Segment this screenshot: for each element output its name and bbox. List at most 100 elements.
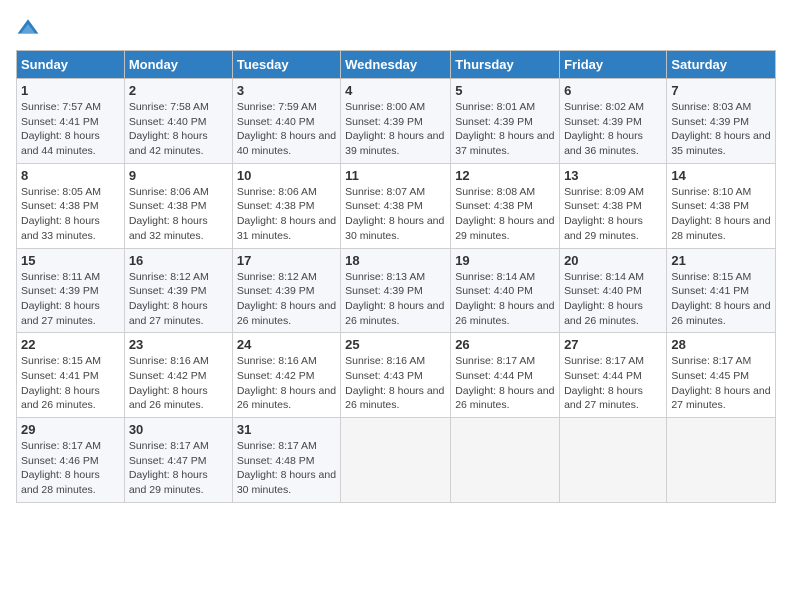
calendar-cell: 13 Sunrise: 8:09 AM Sunset: 4:38 PM Dayl… — [560, 163, 667, 248]
day-number: 26 — [455, 337, 555, 352]
day-detail: Sunrise: 8:17 AM Sunset: 4:48 PM Dayligh… — [237, 439, 336, 498]
day-detail: Sunrise: 7:59 AM Sunset: 4:40 PM Dayligh… — [237, 100, 336, 159]
day-number: 13 — [564, 168, 662, 183]
day-number: 7 — [671, 83, 771, 98]
calendar-week-1: 1 Sunrise: 7:57 AM Sunset: 4:41 PM Dayli… — [17, 79, 776, 164]
day-number: 14 — [671, 168, 771, 183]
calendar-table: SundayMondayTuesdayWednesdayThursdayFrid… — [16, 50, 776, 503]
day-number: 6 — [564, 83, 662, 98]
calendar-header-tuesday: Tuesday — [232, 51, 340, 79]
day-detail: Sunrise: 8:01 AM Sunset: 4:39 PM Dayligh… — [455, 100, 555, 159]
day-detail: Sunrise: 8:05 AM Sunset: 4:38 PM Dayligh… — [21, 185, 120, 244]
calendar-cell: 6 Sunrise: 8:02 AM Sunset: 4:39 PM Dayli… — [560, 79, 667, 164]
day-detail: Sunrise: 8:12 AM Sunset: 4:39 PM Dayligh… — [129, 270, 228, 329]
day-detail: Sunrise: 8:07 AM Sunset: 4:38 PM Dayligh… — [345, 185, 446, 244]
logo-icon — [16, 16, 40, 40]
calendar-cell: 9 Sunrise: 8:06 AM Sunset: 4:38 PM Dayli… — [124, 163, 232, 248]
day-detail: Sunrise: 8:02 AM Sunset: 4:39 PM Dayligh… — [564, 100, 662, 159]
day-number: 29 — [21, 422, 120, 437]
day-detail: Sunrise: 8:09 AM Sunset: 4:38 PM Dayligh… — [564, 185, 662, 244]
calendar-cell: 10 Sunrise: 8:06 AM Sunset: 4:38 PM Dayl… — [232, 163, 340, 248]
day-detail: Sunrise: 8:06 AM Sunset: 4:38 PM Dayligh… — [237, 185, 336, 244]
day-detail: Sunrise: 8:16 AM Sunset: 4:42 PM Dayligh… — [237, 354, 336, 413]
day-detail: Sunrise: 8:06 AM Sunset: 4:38 PM Dayligh… — [129, 185, 228, 244]
calendar-cell: 19 Sunrise: 8:14 AM Sunset: 4:40 PM Dayl… — [451, 248, 560, 333]
calendar-cell: 20 Sunrise: 8:14 AM Sunset: 4:40 PM Dayl… — [560, 248, 667, 333]
calendar-header-sunday: Sunday — [17, 51, 125, 79]
calendar-cell — [560, 418, 667, 503]
day-detail: Sunrise: 8:17 AM Sunset: 4:44 PM Dayligh… — [564, 354, 662, 413]
day-detail: Sunrise: 7:57 AM Sunset: 4:41 PM Dayligh… — [21, 100, 120, 159]
day-number: 17 — [237, 253, 336, 268]
day-detail: Sunrise: 8:17 AM Sunset: 4:44 PM Dayligh… — [455, 354, 555, 413]
day-number: 3 — [237, 83, 336, 98]
calendar-cell: 2 Sunrise: 7:58 AM Sunset: 4:40 PM Dayli… — [124, 79, 232, 164]
calendar-cell: 23 Sunrise: 8:16 AM Sunset: 4:42 PM Dayl… — [124, 333, 232, 418]
day-detail: Sunrise: 8:16 AM Sunset: 4:42 PM Dayligh… — [129, 354, 228, 413]
day-detail: Sunrise: 8:08 AM Sunset: 4:38 PM Dayligh… — [455, 185, 555, 244]
calendar-week-5: 29 Sunrise: 8:17 AM Sunset: 4:46 PM Dayl… — [17, 418, 776, 503]
day-detail: Sunrise: 8:15 AM Sunset: 4:41 PM Dayligh… — [21, 354, 120, 413]
day-number: 22 — [21, 337, 120, 352]
calendar-cell: 31 Sunrise: 8:17 AM Sunset: 4:48 PM Dayl… — [232, 418, 340, 503]
day-number: 18 — [345, 253, 446, 268]
calendar-cell: 5 Sunrise: 8:01 AM Sunset: 4:39 PM Dayli… — [451, 79, 560, 164]
calendar-cell: 1 Sunrise: 7:57 AM Sunset: 4:41 PM Dayli… — [17, 79, 125, 164]
day-detail: Sunrise: 8:11 AM Sunset: 4:39 PM Dayligh… — [21, 270, 120, 329]
calendar-body: 1 Sunrise: 7:57 AM Sunset: 4:41 PM Dayli… — [17, 79, 776, 503]
calendar-cell: 25 Sunrise: 8:16 AM Sunset: 4:43 PM Dayl… — [341, 333, 451, 418]
day-detail: Sunrise: 8:17 AM Sunset: 4:47 PM Dayligh… — [129, 439, 228, 498]
day-detail: Sunrise: 8:14 AM Sunset: 4:40 PM Dayligh… — [455, 270, 555, 329]
calendar-week-3: 15 Sunrise: 8:11 AM Sunset: 4:39 PM Dayl… — [17, 248, 776, 333]
calendar-week-2: 8 Sunrise: 8:05 AM Sunset: 4:38 PM Dayli… — [17, 163, 776, 248]
day-detail: Sunrise: 8:14 AM Sunset: 4:40 PM Dayligh… — [564, 270, 662, 329]
day-number: 4 — [345, 83, 446, 98]
calendar-cell: 4 Sunrise: 8:00 AM Sunset: 4:39 PM Dayli… — [341, 79, 451, 164]
calendar-cell: 3 Sunrise: 7:59 AM Sunset: 4:40 PM Dayli… — [232, 79, 340, 164]
day-number: 30 — [129, 422, 228, 437]
day-detail: Sunrise: 8:10 AM Sunset: 4:38 PM Dayligh… — [671, 185, 771, 244]
calendar-cell: 15 Sunrise: 8:11 AM Sunset: 4:39 PM Dayl… — [17, 248, 125, 333]
day-number: 8 — [21, 168, 120, 183]
day-number: 24 — [237, 337, 336, 352]
calendar-cell: 28 Sunrise: 8:17 AM Sunset: 4:45 PM Dayl… — [667, 333, 776, 418]
day-number: 19 — [455, 253, 555, 268]
day-detail: Sunrise: 8:17 AM Sunset: 4:45 PM Dayligh… — [671, 354, 771, 413]
day-number: 15 — [21, 253, 120, 268]
calendar-cell — [341, 418, 451, 503]
day-number: 23 — [129, 337, 228, 352]
calendar-cell: 26 Sunrise: 8:17 AM Sunset: 4:44 PM Dayl… — [451, 333, 560, 418]
day-detail: Sunrise: 8:16 AM Sunset: 4:43 PM Dayligh… — [345, 354, 446, 413]
calendar-cell: 12 Sunrise: 8:08 AM Sunset: 4:38 PM Dayl… — [451, 163, 560, 248]
calendar-week-4: 22 Sunrise: 8:15 AM Sunset: 4:41 PM Dayl… — [17, 333, 776, 418]
day-number: 16 — [129, 253, 228, 268]
calendar-cell: 22 Sunrise: 8:15 AM Sunset: 4:41 PM Dayl… — [17, 333, 125, 418]
day-number: 2 — [129, 83, 228, 98]
day-number: 1 — [21, 83, 120, 98]
day-detail: Sunrise: 8:13 AM Sunset: 4:39 PM Dayligh… — [345, 270, 446, 329]
page-header — [16, 16, 776, 40]
calendar-header-saturday: Saturday — [667, 51, 776, 79]
day-number: 12 — [455, 168, 555, 183]
calendar-cell — [667, 418, 776, 503]
calendar-cell: 11 Sunrise: 8:07 AM Sunset: 4:38 PM Dayl… — [341, 163, 451, 248]
calendar-cell: 16 Sunrise: 8:12 AM Sunset: 4:39 PM Dayl… — [124, 248, 232, 333]
logo — [16, 16, 44, 40]
day-detail: Sunrise: 8:12 AM Sunset: 4:39 PM Dayligh… — [237, 270, 336, 329]
day-number: 20 — [564, 253, 662, 268]
calendar-cell: 29 Sunrise: 8:17 AM Sunset: 4:46 PM Dayl… — [17, 418, 125, 503]
day-number: 21 — [671, 253, 771, 268]
day-number: 31 — [237, 422, 336, 437]
calendar-cell: 8 Sunrise: 8:05 AM Sunset: 4:38 PM Dayli… — [17, 163, 125, 248]
day-detail: Sunrise: 8:00 AM Sunset: 4:39 PM Dayligh… — [345, 100, 446, 159]
calendar-cell: 27 Sunrise: 8:17 AM Sunset: 4:44 PM Dayl… — [560, 333, 667, 418]
day-number: 10 — [237, 168, 336, 183]
calendar-header-row: SundayMondayTuesdayWednesdayThursdayFrid… — [17, 51, 776, 79]
calendar-cell: 17 Sunrise: 8:12 AM Sunset: 4:39 PM Dayl… — [232, 248, 340, 333]
calendar-cell: 24 Sunrise: 8:16 AM Sunset: 4:42 PM Dayl… — [232, 333, 340, 418]
day-number: 27 — [564, 337, 662, 352]
calendar-cell: 14 Sunrise: 8:10 AM Sunset: 4:38 PM Dayl… — [667, 163, 776, 248]
calendar-header-monday: Monday — [124, 51, 232, 79]
calendar-cell: 30 Sunrise: 8:17 AM Sunset: 4:47 PM Dayl… — [124, 418, 232, 503]
calendar-cell — [451, 418, 560, 503]
